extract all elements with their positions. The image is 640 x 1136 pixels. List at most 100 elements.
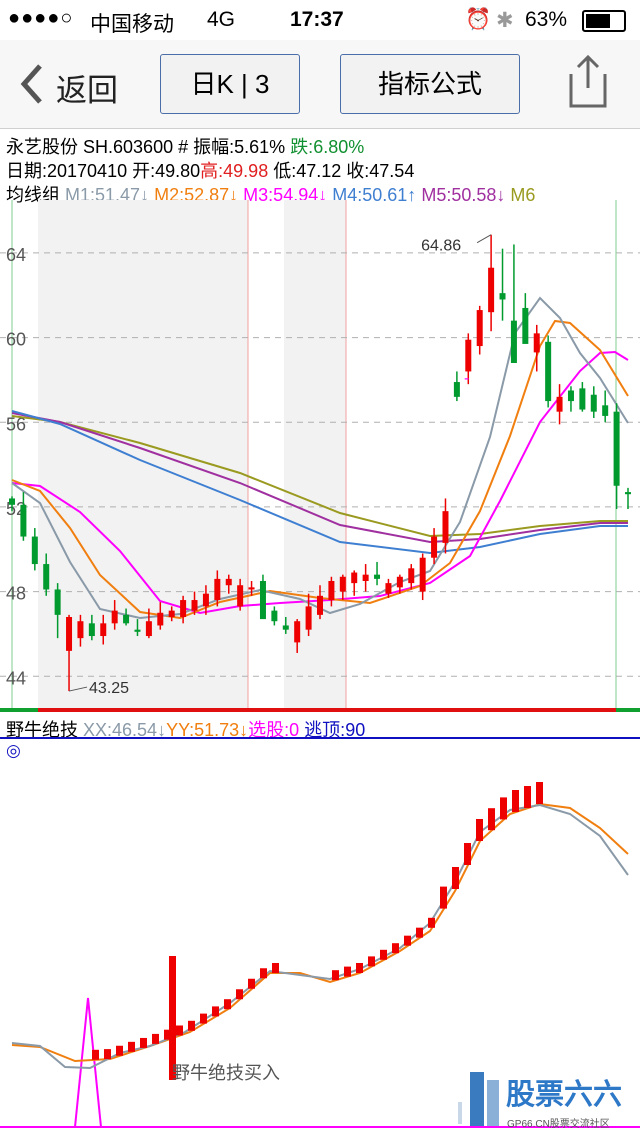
candle-body [20,504,27,537]
indicator-red-block [488,808,495,831]
indicator-red-block [344,966,351,977]
shaded-band-2 [284,200,346,708]
date-value: 日期:20170410 [6,161,128,181]
candle-body [202,593,209,607]
chevron-left-icon [20,64,42,104]
pink-dash-marker: - [464,370,469,387]
candle-body [214,578,221,601]
indicator-red-block [176,1025,183,1036]
candle-body [625,492,631,495]
candle-body [168,610,175,617]
candle-body [225,578,232,586]
change-value: 跌:6.80% [290,137,365,157]
indicator-red-block [212,1006,219,1017]
high-annotation-leader [476,234,492,244]
candle-body [305,606,312,630]
indicator-chart[interactable]: 野牛绝技买入 股票六六 GP66.CN股票交流社区 [0,736,640,1136]
time-axis-bar [0,708,640,712]
carrier-label: 中国移动 [90,13,174,36]
candle-body [488,267,495,313]
candle-body [499,293,506,300]
candle-body [248,587,255,590]
yy-line [11,802,629,1063]
time-axis-bar-green-left [0,708,38,712]
candle-body [157,612,164,626]
buy-signal-bar [169,956,176,1080]
candle-body [602,405,609,416]
amplitude-value: # 振幅:5.61% [178,137,286,157]
indicator-red-block [500,797,507,820]
indicator-red-block [92,1049,99,1060]
watermark-bar-3 [487,1080,499,1126]
network-label: 4G [207,8,236,31]
open-value: 开:49.80 [132,161,201,181]
candle-body [567,390,574,402]
back-button[interactable]: 返回 [10,62,130,108]
status-bar: ●●●●○ 中国移动 4G 17:37 ⏰ ✱ 63% [0,0,640,40]
indicator-red-block [368,956,375,967]
indicator-red-block [440,886,447,909]
candle-body [88,623,95,637]
indicator-red-block [332,970,339,981]
candle-body [579,388,586,410]
candle-body [191,600,198,611]
indicator-red-block [152,1033,159,1044]
candle-body [328,581,335,601]
indicator-red-block [236,989,243,1000]
y-tick-label: 64 [6,245,26,265]
candle-body [374,574,381,579]
candle-body [271,610,278,622]
indicator-red-block [140,1037,147,1048]
indicator-red-block [428,917,435,928]
candle-body [43,564,50,590]
indicator-formula-button[interactable]: 指标公式 [340,54,520,114]
candle-body [442,511,449,543]
candle-body [317,595,323,615]
clock: 17:37 [290,8,344,31]
battery-icon [582,10,626,32]
battery-percent: 63% [525,8,568,31]
xx-line [11,803,629,1070]
candle-body [66,616,73,651]
high-value: 高:49.98 [200,161,269,181]
high-annotation: 64.86 [421,238,461,255]
spike-line [74,997,102,1128]
indicator-red-block [200,1013,207,1024]
y-tick-label: 60 [6,330,26,350]
candle-body [180,600,187,617]
candle-body [419,557,426,592]
indicator-red-block [452,867,459,889]
alarm-icon: ⏰ [465,8,492,31]
candle-body [134,629,141,632]
indicator-red-block [188,1020,195,1031]
period-button[interactable]: 日K | 3 [160,54,300,114]
indicator-red-block [416,927,423,938]
indicator-red-block [224,999,231,1010]
watermark-bar-1 [458,1102,462,1124]
candle-body [522,307,529,344]
indicator-red-block [128,1041,135,1052]
indicator-red-block [356,963,363,973]
stock-name: 永艺股份 [6,137,78,157]
indicator-red-block [464,843,471,865]
kline-chart[interactable]: 646056524844 64.8643.25 - [0,200,640,720]
watermark-bar-2 [470,1072,484,1126]
candle-body [259,581,266,620]
indicator-red-block [248,978,255,989]
share-icon[interactable] [565,52,611,112]
y-tick-label: 44 [6,668,26,688]
buy-signal-label: 野牛绝技买入 [172,1063,280,1083]
watermark-logo-text: 股票六六 [506,1078,622,1111]
candle-body [590,394,597,412]
back-label: 返回 [56,73,118,108]
signal-icon: ●●●●○ [8,7,74,29]
close-value: 收:47.54 [346,161,415,181]
watermark-sub-text: GP66.CN股票交流社区 [507,1117,610,1130]
candle-body [9,498,15,505]
candle-body [510,320,517,363]
candle-body [396,576,403,588]
indicator-red-block [260,968,267,979]
candle-body [408,568,415,584]
candle-body [556,396,563,412]
low-value: 低:47.12 [273,161,342,181]
